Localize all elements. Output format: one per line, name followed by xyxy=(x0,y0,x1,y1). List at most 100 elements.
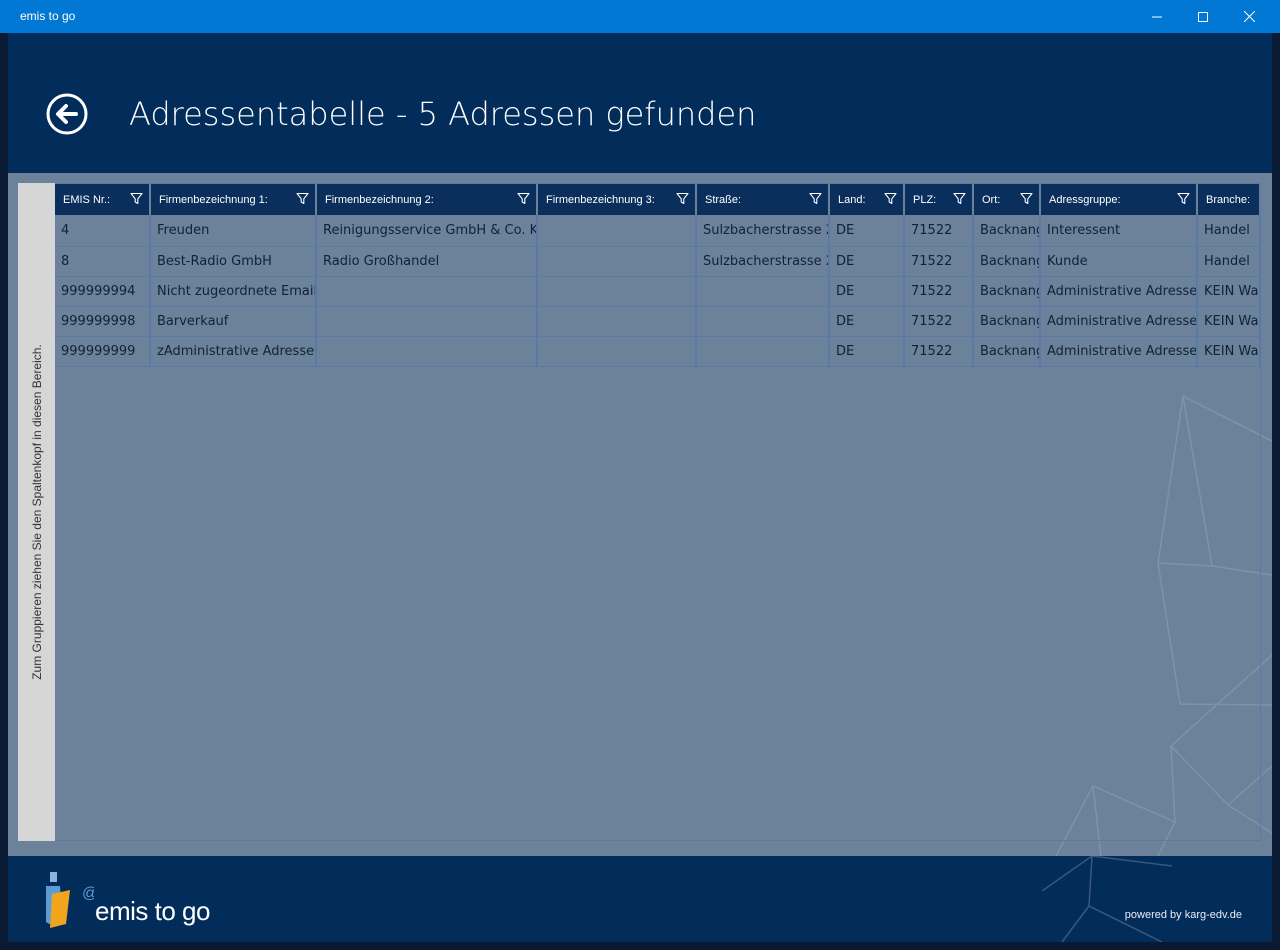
table-cell: Backnang xyxy=(974,215,1041,246)
table-cell: KEIN Ware xyxy=(1198,337,1260,366)
table-cell: Sulzbacherstrasse 21 xyxy=(697,215,830,246)
close-icon xyxy=(1243,11,1255,22)
table-row[interactable]: 999999994 Nicht zugeordnete Emails DE 71522… xyxy=(55,277,1260,307)
table-cell: zAdministrative Adresse xyxy=(151,337,317,366)
table-row[interactable]: 999999999 zAdministrative Adresse DE 71522 B… xyxy=(55,337,1260,367)
table-cell: 999999998 xyxy=(55,307,151,336)
column-header-label: Straße: xyxy=(705,194,742,206)
table-row[interactable]: 999999998 Barverkauf DE 71522 Backnang Admini… xyxy=(55,307,1260,337)
filter-icon[interactable] xyxy=(953,192,966,205)
table-cell: Administrative Adressen xyxy=(1041,307,1198,336)
table-cell: 71522 xyxy=(905,247,974,276)
cell-text: 8 xyxy=(61,254,70,269)
column-header[interactable]: Adressgruppe: xyxy=(1041,184,1198,215)
table-cell: Backnang xyxy=(974,307,1041,336)
table-cell xyxy=(538,247,697,276)
cell-text: 71522 xyxy=(911,284,953,299)
table-cell: 71522 xyxy=(905,277,974,306)
close-button[interactable] xyxy=(1226,0,1272,33)
table-row[interactable]: 4 Freuden Reinigungsservice GmbH & Co. KG S… xyxy=(55,215,1260,247)
emis-logo-icon: @ xyxy=(46,872,94,928)
table-cell: Interessent xyxy=(1041,215,1198,246)
table-cell xyxy=(697,277,830,306)
cell-text: Administrative Adressen xyxy=(1047,284,1198,299)
cell-text: 999999998 xyxy=(61,314,136,329)
table-cell: Barverkauf xyxy=(151,307,317,336)
window-titlebar: emis to go xyxy=(0,0,1280,33)
group-by-hint: Zum Gruppieren ziehen Sie den Spaltenkop… xyxy=(29,344,44,680)
filter-icon[interactable] xyxy=(296,192,309,205)
cell-text: Sulzbacherstrasse 21 xyxy=(703,223,830,238)
column-header-label: EMIS Nr.: xyxy=(63,194,111,206)
table-cell: Freuden xyxy=(151,215,317,246)
window-title: emis to go xyxy=(20,9,76,23)
table-cell: 71522 xyxy=(905,215,974,246)
column-header[interactable]: PLZ: xyxy=(905,184,974,215)
cell-text: Interessent xyxy=(1047,223,1121,238)
table-cell: DE xyxy=(830,337,905,366)
table-cell: DE xyxy=(830,307,905,336)
column-header-label: Firmenbezeichnung 1: xyxy=(159,194,268,206)
column-header-label: Ort: xyxy=(982,194,1001,206)
column-header[interactable]: Firmenbezeichnung 1: xyxy=(151,184,317,215)
column-header-label: Land: xyxy=(838,194,866,206)
cell-text: DE xyxy=(836,284,855,299)
column-header[interactable]: Ort: xyxy=(974,184,1041,215)
table-row[interactable]: 8 Best-Radio GmbH Radio Großhandel Sulzbach… xyxy=(55,247,1260,277)
footer-crystal-art xyxy=(1042,856,1173,942)
filter-icon[interactable] xyxy=(130,192,143,205)
table-cell: 4 xyxy=(55,215,151,246)
table-cell xyxy=(697,307,830,336)
footer: @ emis to go powered by karg-edv.de xyxy=(8,856,1272,942)
filter-icon[interactable] xyxy=(1177,192,1190,205)
table-cell xyxy=(317,337,538,366)
table-cell: DE xyxy=(830,247,905,276)
group-by-panel[interactable]: Zum Gruppieren ziehen Sie den Spaltenkop… xyxy=(18,183,55,841)
table-cell: Administrative Adressen xyxy=(1041,337,1198,366)
column-header[interactable]: Straße: xyxy=(697,184,830,215)
table-cell: Backnang xyxy=(974,277,1041,306)
cell-text: 999999999 xyxy=(61,344,136,359)
cell-text: 71522 xyxy=(911,254,953,269)
back-button[interactable] xyxy=(46,93,88,135)
cell-text: Backnang xyxy=(980,314,1041,329)
table-header-row: EMIS Nr.: Firmenbezeichnung 1: Firmenbezei… xyxy=(55,184,1260,215)
column-header[interactable]: Branche: xyxy=(1198,184,1260,215)
column-header[interactable]: Firmenbezeichnung 3: xyxy=(538,184,697,215)
powered-by-text: powered by karg-edv.de xyxy=(1124,909,1242,921)
table-cell: Radio Großhandel xyxy=(317,247,538,276)
filter-icon[interactable] xyxy=(884,192,897,205)
cell-text: 4 xyxy=(61,223,70,238)
column-header[interactable]: Firmenbezeichnung 2: xyxy=(317,184,538,215)
cell-text: 71522 xyxy=(911,314,953,329)
cell-text: KEIN Ware xyxy=(1204,284,1259,299)
cell-text: Administrative Adressen xyxy=(1047,344,1198,359)
cell-text: Freuden xyxy=(157,223,210,238)
table-cell: Kunde xyxy=(1041,247,1198,276)
table-cell: 999999999 xyxy=(55,337,151,366)
column-header[interactable]: Land: xyxy=(830,184,905,215)
filter-icon[interactable] xyxy=(809,192,822,205)
cell-text: zAdministrative Adresse xyxy=(157,344,315,359)
table-cell: KEIN Ware xyxy=(1198,277,1260,306)
table-cell: 71522 xyxy=(905,307,974,336)
cell-text: Handel xyxy=(1204,254,1250,269)
table-cell: Sulzbacherstrasse 21 xyxy=(697,247,830,276)
filter-icon[interactable] xyxy=(676,192,689,205)
maximize-button[interactable] xyxy=(1180,0,1226,33)
minimize-button[interactable] xyxy=(1134,0,1180,33)
column-header-label: Firmenbezeichnung 3: xyxy=(546,194,655,206)
cell-text: DE xyxy=(836,223,855,238)
column-header[interactable]: EMIS Nr.: xyxy=(55,184,151,215)
cell-text: Nicht zugeordnete Emails xyxy=(157,284,317,299)
page-title: Adressentabelle - 5 Adressen gefunden xyxy=(129,95,757,133)
column-header-label: Branche: xyxy=(1206,194,1251,206)
filter-icon[interactable] xyxy=(1020,192,1033,205)
column-header-label: Adressgruppe: xyxy=(1049,194,1121,206)
table-cell: DE xyxy=(830,215,905,246)
table-cell: Administrative Adressen xyxy=(1041,277,1198,306)
filter-icon[interactable] xyxy=(517,192,530,205)
cell-text: KEIN Ware xyxy=(1204,314,1259,329)
cell-text: DE xyxy=(836,344,855,359)
table-cell xyxy=(538,277,697,306)
